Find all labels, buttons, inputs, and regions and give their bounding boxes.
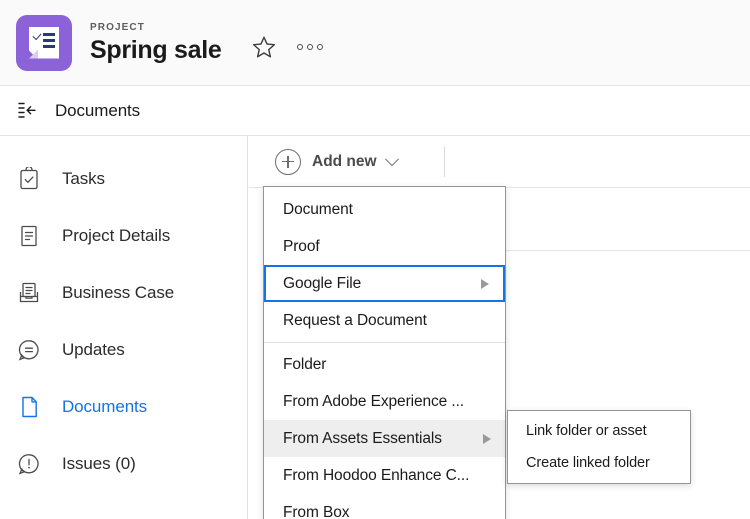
sidebar-item-label: Updates xyxy=(62,339,125,359)
project-document-icon xyxy=(16,14,72,71)
project-titles: PROJECT Spring sale xyxy=(90,21,222,65)
submenu-item-link-folder-or-asset[interactable]: Link folder or asset xyxy=(508,415,690,447)
page-title: Spring sale xyxy=(90,35,222,64)
add-new-button[interactable]: Add new xyxy=(275,148,399,175)
menu-item-request-a-document[interactable]: Request a Document xyxy=(264,302,505,339)
sidebar-item-label: Business Case xyxy=(62,282,175,302)
add-new-label: Add new xyxy=(312,152,377,170)
toolbar-separator xyxy=(444,147,445,177)
menu-item-from-hoodoo-enhance[interactable]: From Hoodoo Enhance C... xyxy=(264,457,505,494)
menu-divider xyxy=(264,342,505,343)
sidebar-item-label: Documents xyxy=(62,396,148,416)
submenu-item-label: Link folder or asset xyxy=(526,423,647,439)
business-case-icon xyxy=(14,278,44,308)
sidebar-item-label: Project Details xyxy=(62,225,171,245)
chevron-down-icon xyxy=(384,151,399,166)
sidebar-item-business-case[interactable]: Business Case xyxy=(0,264,247,321)
breadcrumb-label[interactable]: Documents xyxy=(55,101,140,121)
menu-item-google-file[interactable]: Google File xyxy=(264,265,505,302)
menu-item-label: Folder xyxy=(283,355,327,373)
menu-item-from-box[interactable]: From Box xyxy=(264,494,505,519)
exclamation-comment-icon xyxy=(14,449,44,479)
sidebar-item-label: Issues (0) xyxy=(62,453,136,473)
sidebar: Tasks Project Details Business Case Upda… xyxy=(0,136,248,519)
sidebar-item-documents[interactable]: Documents xyxy=(0,378,247,435)
assets-essentials-submenu: Link folder or asset Create linked folde… xyxy=(507,410,691,484)
project-header: PROJECT Spring sale xyxy=(0,0,750,86)
menu-item-folder[interactable]: Folder xyxy=(264,346,505,383)
page-icon xyxy=(14,392,44,422)
menu-item-from-adobe-experience[interactable]: From Adobe Experience ... xyxy=(264,383,505,420)
sidebar-item-issues[interactable]: Issues (0) xyxy=(0,435,247,492)
sidebar-item-tasks[interactable]: Tasks xyxy=(0,150,247,207)
add-new-menu: Document Proof Google File Request a Doc… xyxy=(263,186,506,519)
submenu-item-create-linked-folder[interactable]: Create linked folder xyxy=(508,447,690,479)
project-eyebrow: PROJECT xyxy=(90,21,145,33)
clipboard-check-icon xyxy=(14,164,44,194)
menu-item-from-assets-essentials[interactable]: From Assets Essentials xyxy=(264,420,505,457)
menu-item-label: Document xyxy=(283,200,353,218)
menu-item-label: Request a Document xyxy=(283,311,427,329)
sidebar-item-updates[interactable]: Updates xyxy=(0,321,247,378)
menu-item-document[interactable]: Document xyxy=(264,191,505,228)
menu-item-label: From Adobe Experience ... xyxy=(283,392,465,410)
star-icon[interactable] xyxy=(247,30,281,64)
comment-icon xyxy=(14,335,44,365)
menu-item-label: From Hoodoo Enhance C... xyxy=(283,466,470,484)
more-options-icon[interactable] xyxy=(293,30,327,64)
sidebar-item-project-details[interactable]: Project Details xyxy=(0,207,247,264)
menu-item-label: From Box xyxy=(283,503,350,519)
submenu-caret-icon xyxy=(481,278,489,289)
app-root: PROJECT Spring sale Documents Tasks Proj… xyxy=(0,0,750,519)
documents-toolbar: Add new xyxy=(249,136,750,187)
submenu-item-label: Create linked folder xyxy=(526,455,650,471)
submenu-caret-icon xyxy=(483,433,491,444)
menu-item-label: From Assets Essentials xyxy=(283,429,442,447)
menu-item-proof[interactable]: Proof xyxy=(264,228,505,265)
plus-circle-icon xyxy=(275,148,301,175)
menu-item-label: Google File xyxy=(283,274,362,292)
collapse-back-icon[interactable] xyxy=(17,101,43,121)
sidebar-item-label: Tasks xyxy=(62,168,105,188)
document-lines-icon xyxy=(14,221,44,251)
breadcrumb: Documents xyxy=(0,86,750,136)
menu-item-label: Proof xyxy=(283,237,320,255)
